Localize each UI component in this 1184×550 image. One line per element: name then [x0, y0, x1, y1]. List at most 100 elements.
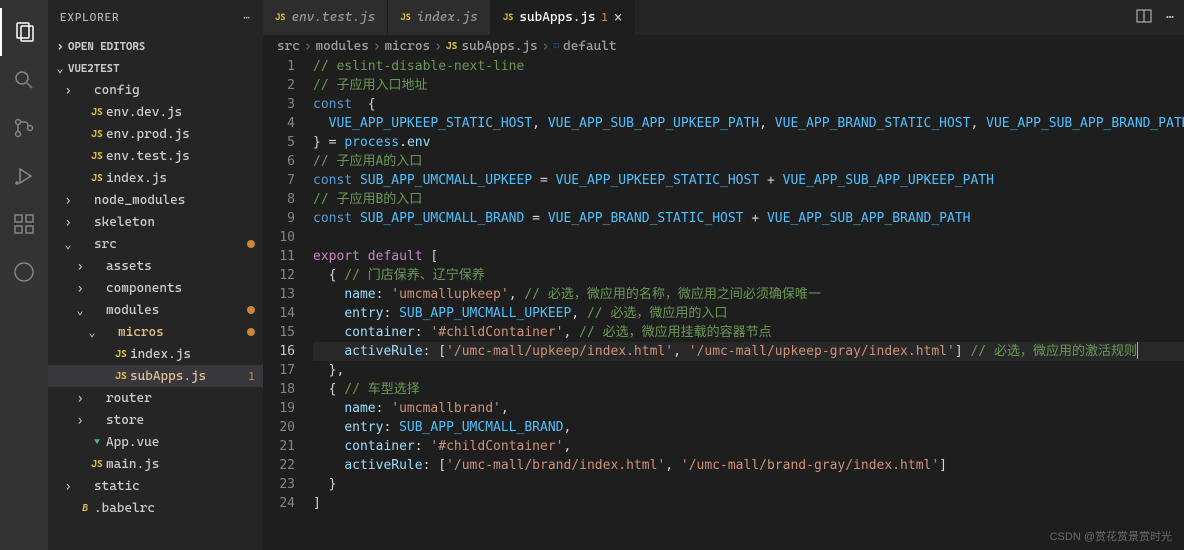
split-editor-icon[interactable]	[1136, 8, 1152, 28]
code-line[interactable]: const SUB_APP_UMCMALL_BRAND = VUE_APP_BR…	[313, 209, 1184, 228]
line-number: 15	[263, 323, 295, 342]
chevron-icon: ⌄	[84, 325, 100, 339]
code-line[interactable]: const SUB_APP_UMCMALL_UPKEEP = VUE_APP_U…	[313, 171, 1184, 190]
tree-folder[interactable]: ›node_modules	[48, 189, 263, 211]
extensions-icon[interactable]	[0, 200, 48, 248]
tree-item-label: env.prod.js	[106, 127, 255, 142]
tab-label: env.test.js	[292, 10, 376, 25]
tree-folder[interactable]: ›skeleton	[48, 211, 263, 233]
code-line[interactable]: }	[313, 475, 1184, 494]
remote-icon[interactable]	[0, 248, 48, 296]
code-line[interactable]: { // 车型选择	[313, 380, 1184, 399]
code-line[interactable]: { // 门店保养、辽宁保养	[313, 266, 1184, 285]
chevron-right-icon: ›	[373, 39, 381, 54]
code-editor[interactable]: 123456789101112131415161718192021222324 …	[263, 57, 1184, 550]
code-line[interactable]: // 子应用B的入口	[313, 190, 1184, 209]
breadcrumb-item[interactable]: subApps.js	[461, 39, 537, 54]
code-line[interactable]: } = process.env	[313, 133, 1184, 152]
code-line[interactable]: export default [	[313, 247, 1184, 266]
breadcrumb-item[interactable]: src	[277, 39, 300, 54]
tree-file[interactable]: JSindex.js	[48, 343, 263, 365]
tree-file[interactable]: B.babelrc	[48, 497, 263, 519]
tree-folder[interactable]: ⌄src	[48, 233, 263, 255]
line-number: 9	[263, 209, 295, 228]
code-line[interactable]: VUE_APP_UPKEEP_STATIC_HOST, VUE_APP_SUB_…	[313, 114, 1184, 133]
js-file-icon: JS	[88, 151, 106, 162]
line-number: 5	[263, 133, 295, 152]
code-line[interactable]	[313, 228, 1184, 247]
tree-folder[interactable]: ›config	[48, 79, 263, 101]
tree-folder[interactable]: ›components	[48, 277, 263, 299]
open-editors-section[interactable]: › OPEN EDITORS	[48, 35, 263, 57]
more-icon[interactable]: ⋯	[243, 11, 251, 24]
editor-tab[interactable]: JSsubApps.js1×	[491, 0, 635, 35]
tree-item-label: index.js	[106, 171, 255, 186]
code-line[interactable]: entry: SUB_APP_UMCMALL_BRAND,	[313, 418, 1184, 437]
code-line[interactable]: // eslint-disable-next-line	[313, 57, 1184, 76]
code-line[interactable]: activeRule: ['/umc-mall/brand/index.html…	[313, 456, 1184, 475]
line-number: 17	[263, 361, 295, 380]
tree-file[interactable]: JSindex.js	[48, 167, 263, 189]
tree-file[interactable]: JSenv.dev.js	[48, 101, 263, 123]
source-control-icon[interactable]	[0, 104, 48, 152]
run-debug-icon[interactable]	[0, 152, 48, 200]
breadcrumbs[interactable]: src›modules›micros›JSsubApps.js›⬚default	[263, 35, 1184, 57]
js-file-icon: JS	[88, 129, 106, 140]
code-line[interactable]: // 子应用A的入口	[313, 152, 1184, 171]
file-tree: ›configJSenv.dev.jsJSenv.prod.jsJSenv.te…	[48, 79, 263, 550]
tree-folder[interactable]: ›static	[48, 475, 263, 497]
js-file-icon: JS	[400, 13, 411, 23]
code-line[interactable]: // 子应用入口地址	[313, 76, 1184, 95]
tree-item-label: skeleton	[94, 215, 255, 230]
line-number: 2	[263, 76, 295, 95]
tree-item-label: micros	[118, 325, 243, 340]
line-number: 6	[263, 152, 295, 171]
breadcrumb-item[interactable]: micros	[384, 39, 430, 54]
chevron-icon: ⌄	[60, 237, 76, 251]
line-number: 14	[263, 304, 295, 323]
tree-item-label: env.dev.js	[106, 105, 255, 120]
code-line[interactable]: container: '#childContainer', // 必选，微应用挂…	[313, 323, 1184, 342]
line-number: 19	[263, 399, 295, 418]
code-line[interactable]: const {	[313, 95, 1184, 114]
tree-folder[interactable]: ⌄modules	[48, 299, 263, 321]
line-number: 20	[263, 418, 295, 437]
close-icon[interactable]: ×	[614, 10, 622, 26]
code-line[interactable]: name: 'umcmallbrand',	[313, 399, 1184, 418]
tree-item-label: config	[94, 83, 255, 98]
tree-file[interactable]: JSsubApps.js1	[48, 365, 263, 387]
code-line[interactable]: ]	[313, 494, 1184, 513]
tree-item-label: index.js	[130, 347, 255, 362]
tree-folder[interactable]: ›router	[48, 387, 263, 409]
editor-tab[interactable]: JSenv.test.js	[263, 0, 388, 35]
line-number: 18	[263, 380, 295, 399]
tabs-bar: JSenv.test.jsJSindex.jsJSsubApps.js1×⋯	[263, 0, 1184, 35]
code-line[interactable]: activeRule: ['/umc-mall/upkeep/index.htm…	[313, 342, 1184, 361]
line-number: 1	[263, 57, 295, 76]
tab-label: subApps.js	[519, 10, 595, 25]
code-line[interactable]: },	[313, 361, 1184, 380]
more-icon[interactable]: ⋯	[1166, 10, 1174, 25]
project-section[interactable]: ⌄ VUE2TEST	[48, 57, 263, 79]
tree-file[interactable]: JSmain.js	[48, 453, 263, 475]
tree-file[interactable]: JSenv.prod.js	[48, 123, 263, 145]
sidebar-title: EXPLORER	[60, 11, 120, 24]
breadcrumb-item[interactable]: modules	[315, 39, 368, 54]
chevron-icon: ›	[72, 281, 88, 295]
js-file-icon: JS	[112, 349, 130, 360]
tree-folder[interactable]: ⌄ micros	[48, 321, 263, 343]
tree-folder[interactable]: ›assets	[48, 255, 263, 277]
tree-folder[interactable]: ›store	[48, 409, 263, 431]
line-number: 24	[263, 494, 295, 513]
code-content[interactable]: // eslint-disable-next-line// 子应用入口地址con…	[313, 57, 1184, 550]
code-line[interactable]: container: '#childContainer',	[313, 437, 1184, 456]
explorer-icon[interactable]	[0, 8, 48, 56]
search-icon[interactable]	[0, 56, 48, 104]
editor-tab[interactable]: JSindex.js	[388, 0, 490, 35]
code-line[interactable]: entry: SUB_APP_UMCMALL_UPKEEP, // 必选，微应用…	[313, 304, 1184, 323]
breadcrumb-item[interactable]: default	[563, 39, 616, 54]
js-file-icon: JS	[112, 371, 130, 382]
code-line[interactable]: name: 'umcmallupkeep', // 必选，微应用的名称，微应用之…	[313, 285, 1184, 304]
tree-file[interactable]: ▼App.vue	[48, 431, 263, 453]
tree-file[interactable]: JSenv.test.js	[48, 145, 263, 167]
